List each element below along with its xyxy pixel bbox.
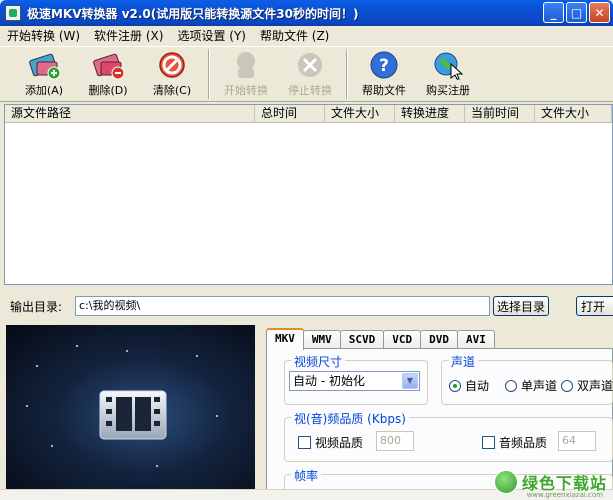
menu-register[interactable]: 软件注册 (X) bbox=[87, 27, 170, 44]
menu-help[interactable]: 帮助文件 (Z) bbox=[253, 27, 336, 44]
help-icon: ? bbox=[367, 50, 401, 80]
help-button[interactable]: ? 帮助文件 bbox=[352, 47, 416, 101]
channel-mono-radio[interactable]: 单声道 bbox=[505, 377, 557, 394]
select-dir-button[interactable]: 选择目录 bbox=[493, 296, 549, 316]
start-convert-label: 开始转换 bbox=[224, 84, 268, 97]
quality-title: 视(音)频品质 (Kbps) bbox=[291, 410, 409, 427]
remove-button[interactable]: 删除(D) bbox=[76, 47, 140, 101]
open-dir-button[interactable]: 打开 bbox=[576, 296, 613, 316]
column-total-time[interactable]: 总时间 bbox=[255, 105, 325, 122]
toolbar-separator bbox=[346, 49, 348, 99]
minimize-button[interactable]: _ bbox=[543, 2, 564, 23]
clear-button-label: 清除(C) bbox=[152, 84, 192, 97]
column-output-size[interactable]: 文件大小 bbox=[535, 105, 612, 122]
channel-auto-radio[interactable]: 自动 bbox=[449, 377, 489, 394]
toolbar-separator bbox=[208, 49, 210, 99]
svg-text:?: ? bbox=[379, 56, 389, 76]
title-bar: 极速MKV转换器 v2.0(试用版只能转换源文件30秒的时间！) _ □ ✕ bbox=[0, 0, 613, 26]
video-size-value: 自动 - 初始化 bbox=[293, 374, 365, 388]
app-icon bbox=[5, 5, 21, 21]
close-icon: ✕ bbox=[594, 5, 605, 20]
checkbox-icon bbox=[482, 436, 495, 449]
video-size-title: 视频尺寸 bbox=[291, 353, 346, 370]
minimize-icon: _ bbox=[550, 5, 557, 20]
chevron-down-icon[interactable]: ▼ bbox=[402, 373, 418, 389]
tab-vcd[interactable]: VCD bbox=[383, 330, 422, 349]
add-button-label: 添加(A) bbox=[24, 84, 64, 97]
maximize-button[interactable]: □ bbox=[566, 2, 587, 23]
start-convert-button[interactable]: 开始转换 bbox=[214, 47, 278, 101]
video-size-select[interactable]: 自动 - 初始化 ▼ bbox=[289, 371, 420, 391]
video-preview bbox=[6, 325, 255, 490]
video-quality-input[interactable]: 800 bbox=[376, 431, 414, 451]
tab-mkv[interactable]: MKV bbox=[266, 328, 304, 350]
leaf-logo-icon bbox=[493, 470, 518, 494]
file-list[interactable]: 源文件路径 总时间 文件大小 转换进度 当前时间 文件大小 bbox=[4, 104, 613, 285]
menu-options[interactable]: 选项设置 (Y) bbox=[170, 27, 253, 44]
framerate-title: 帧率 bbox=[291, 467, 322, 484]
output-dir-label: 输出目录: bbox=[10, 300, 63, 314]
add-file-icon bbox=[27, 50, 61, 80]
video-quality-checkbox[interactable]: 视频品质 bbox=[298, 434, 363, 451]
radio-selected-icon bbox=[449, 379, 461, 392]
format-tabs: MKV WMV SCVD VCD DVD AVI bbox=[266, 328, 495, 350]
radio-icon bbox=[505, 379, 517, 392]
channel-stereo-label: 双声道 bbox=[577, 379, 613, 393]
remove-button-label: 删除(D) bbox=[88, 84, 128, 97]
column-progress[interactable]: 转换进度 bbox=[395, 105, 465, 122]
clear-icon bbox=[155, 50, 189, 80]
clear-button[interactable]: 清除(C) bbox=[140, 47, 204, 101]
file-list-header: 源文件路径 总时间 文件大小 转换进度 当前时间 文件大小 bbox=[5, 105, 612, 123]
stop-convert-button[interactable]: 停止转换 bbox=[278, 47, 342, 101]
tab-dvd[interactable]: DVD bbox=[420, 330, 458, 349]
video-quality-label: 视频品质 bbox=[315, 436, 364, 450]
checkbox-icon bbox=[298, 436, 311, 449]
menu-start-convert[interactable]: 开始转换 (W) bbox=[0, 27, 87, 44]
tab-scvd[interactable]: SCVD bbox=[339, 330, 385, 349]
tab-wmv[interactable]: WMV bbox=[302, 330, 341, 349]
column-file-size[interactable]: 文件大小 bbox=[325, 105, 395, 122]
channel-auto-label: 自动 bbox=[465, 379, 490, 393]
channel-mono-label: 单声道 bbox=[521, 379, 558, 393]
channel-stereo-radio[interactable]: 双声道 bbox=[561, 377, 613, 394]
column-current-time[interactable]: 当前时间 bbox=[465, 105, 535, 122]
buy-button-label: 购买注册 bbox=[426, 84, 470, 97]
tab-avi[interactable]: AVI bbox=[457, 330, 495, 349]
add-button[interactable]: 添加(A) bbox=[12, 47, 76, 101]
audio-quality-label: 音频品质 bbox=[499, 436, 548, 450]
stop-convert-icon bbox=[293, 50, 327, 80]
start-convert-icon bbox=[229, 50, 263, 80]
buy-globe-icon bbox=[431, 50, 465, 80]
output-dir-input[interactable]: c:\我的视频\ bbox=[75, 296, 490, 316]
buy-button[interactable]: 购买注册 bbox=[416, 47, 480, 101]
stop-convert-label: 停止转换 bbox=[288, 84, 332, 97]
radio-icon bbox=[561, 379, 573, 392]
help-button-label: 帮助文件 bbox=[362, 84, 406, 97]
channel-title: 声道 bbox=[448, 353, 479, 370]
column-source-path[interactable]: 源文件路径 bbox=[5, 105, 255, 122]
maximize-icon: □ bbox=[570, 5, 583, 20]
film-strip-icon bbox=[98, 389, 168, 444]
audio-quality-checkbox[interactable]: 音频品质 bbox=[482, 434, 547, 451]
window-title: 极速MKV转换器 v2.0(试用版只能转换源文件30秒的时间！) bbox=[27, 6, 359, 21]
toolbar: 添加(A) 删除(D) 清除(C) 开始转换 停止转换 ? 帮助文件 购买注册 bbox=[0, 46, 613, 102]
menu-bar: 开始转换 (W) 软件注册 (X) 选项设置 (Y) 帮助文件 (Z) bbox=[0, 26, 613, 45]
close-button[interactable]: ✕ bbox=[589, 2, 610, 23]
window-controls: _ □ ✕ bbox=[543, 2, 610, 23]
watermark-url: www.greenxiazai.com bbox=[526, 491, 603, 499]
remove-file-icon bbox=[91, 50, 125, 80]
audio-quality-input[interactable]: 64 bbox=[558, 431, 596, 451]
